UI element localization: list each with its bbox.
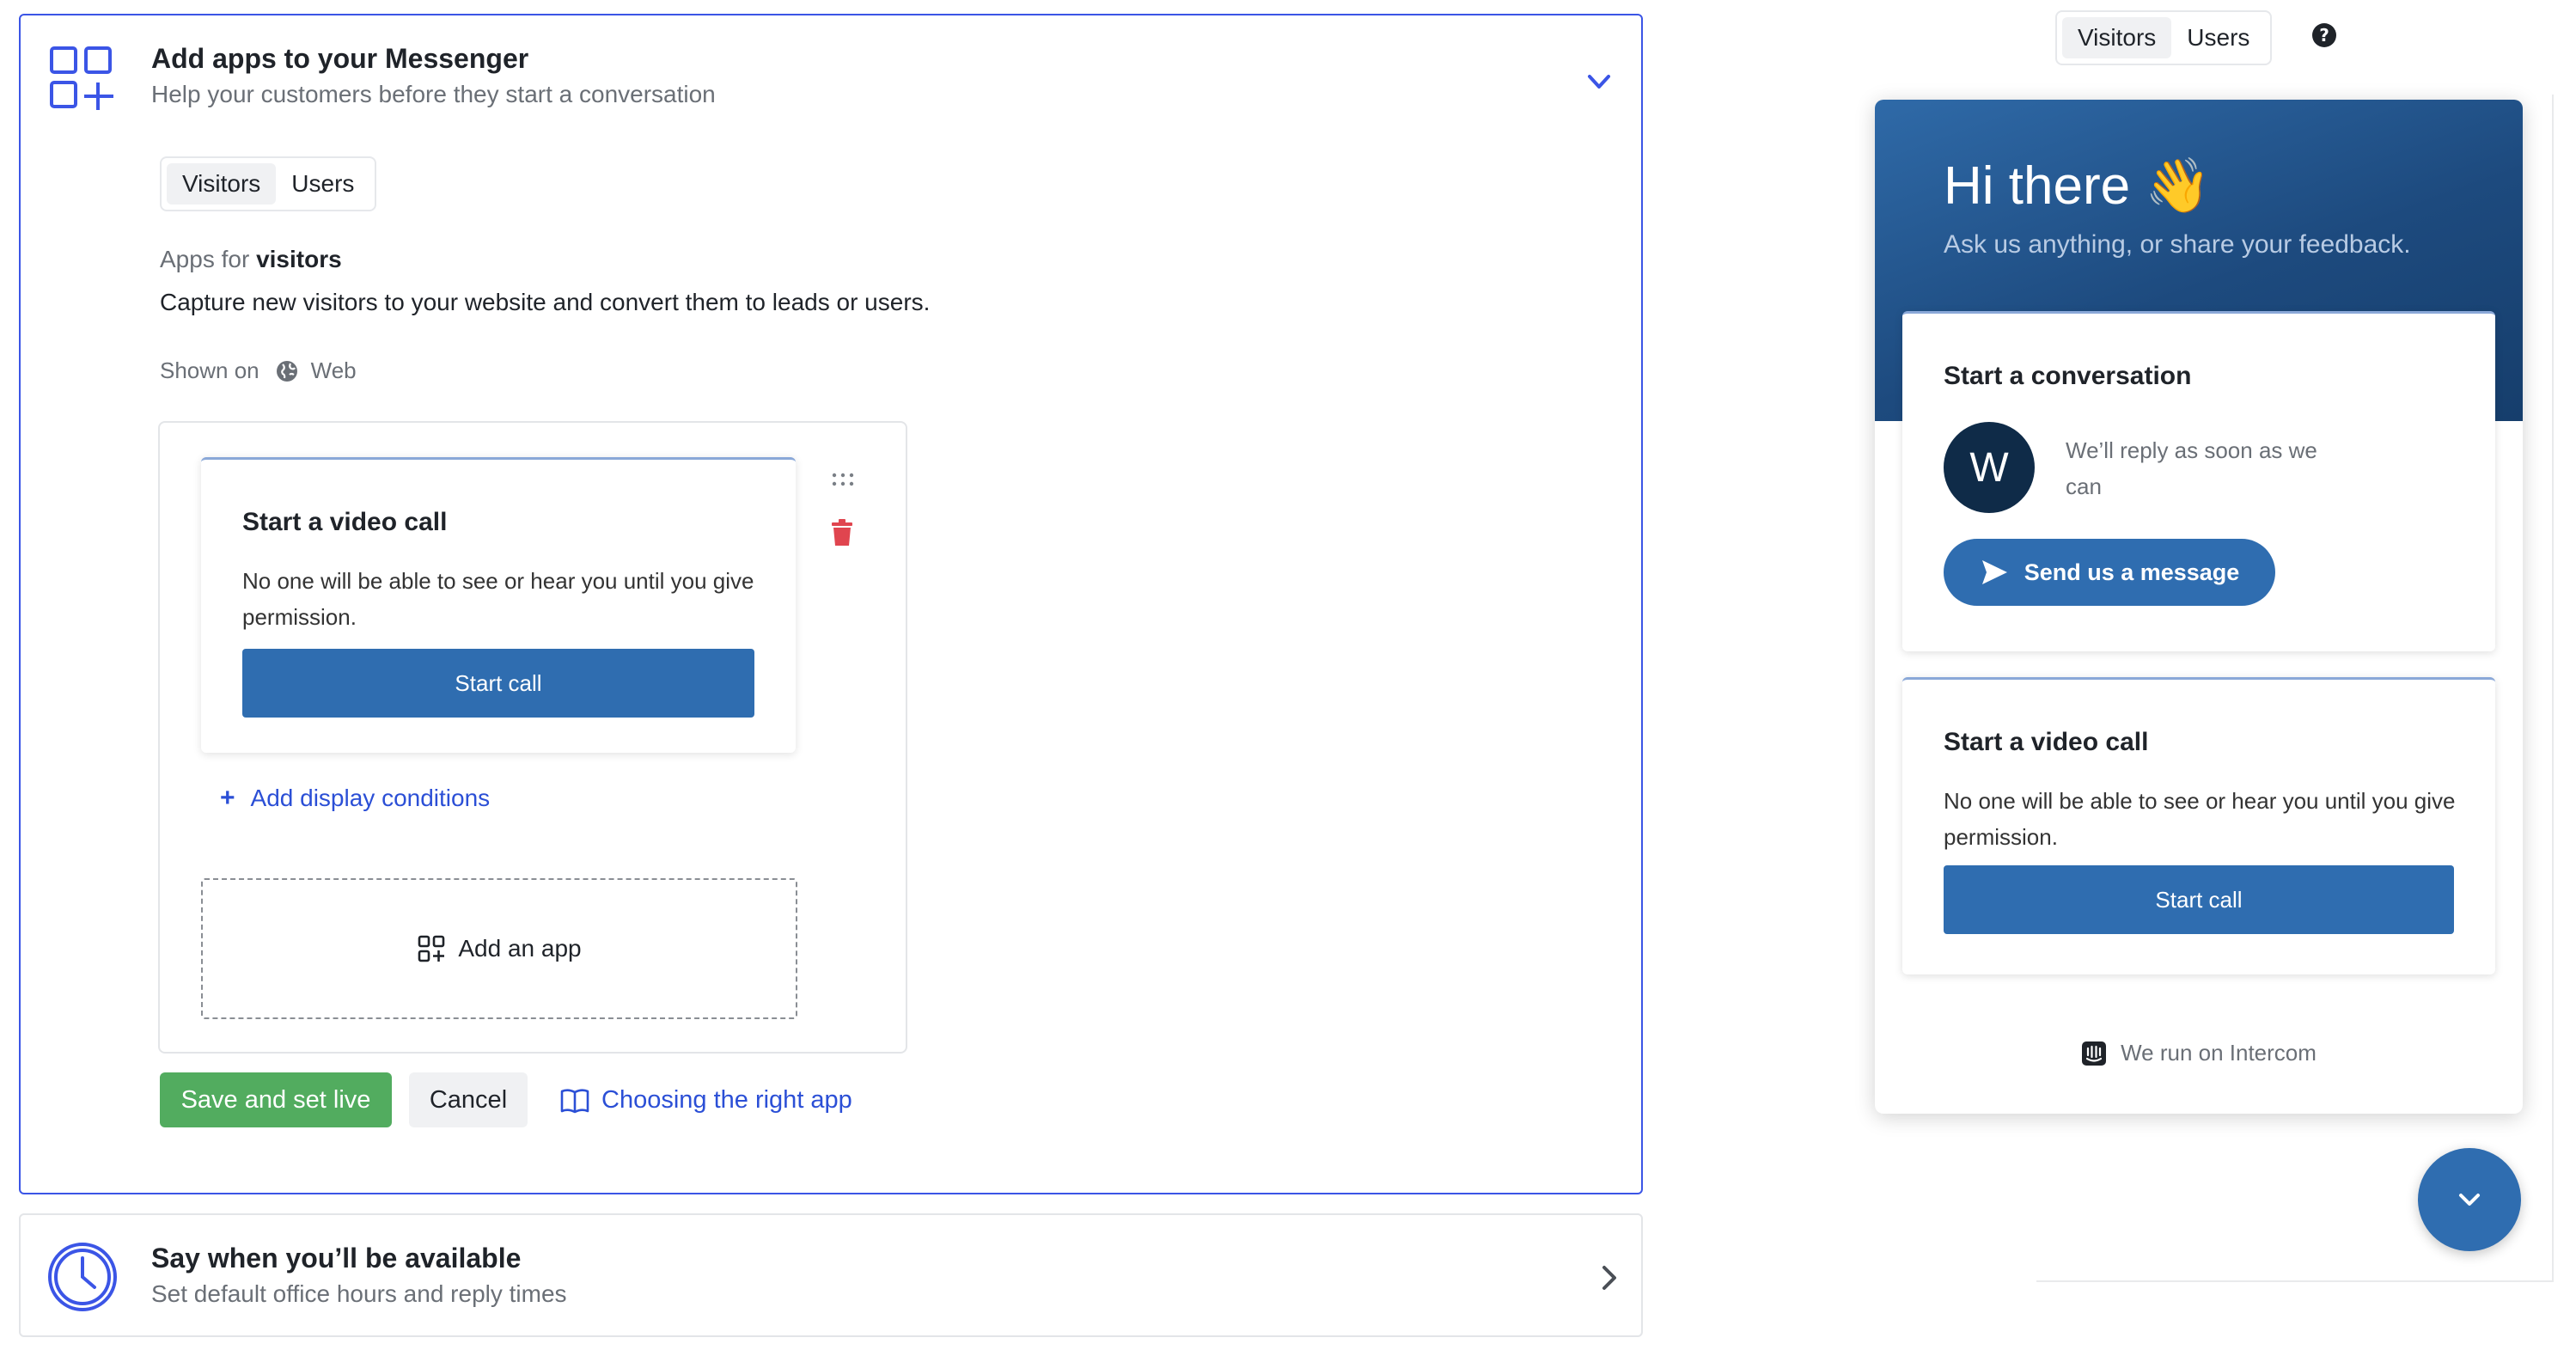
choosing-right-app-link[interactable]: Choosing the right app — [560, 1086, 852, 1115]
add-display-conditions-link[interactable]: + Add display conditions — [220, 784, 490, 813]
send-message-label: Send us a message — [2024, 559, 2240, 585]
send-icon — [1981, 560, 2007, 584]
preview-video-card-text: No one will be able to see or hear you u… — [1944, 788, 2456, 850]
send-message-button[interactable]: Send us a message — [1944, 539, 2275, 606]
preview-video-card-title: Start a video call — [1944, 728, 2149, 756]
messenger-launcher-button[interactable] — [2418, 1148, 2521, 1251]
apps-for-heading: Apps for visitors — [160, 246, 342, 273]
apps-for-target: visitors — [256, 246, 342, 272]
conversation-card: Start a conversation W We’ll reply as so… — [1902, 311, 2495, 651]
shown-on-value: Web — [310, 357, 357, 383]
conversation-card-title: Start a conversation — [1944, 362, 2192, 390]
reply-time-text: We’ll reply as soon as we can — [2066, 437, 2317, 499]
video-card-text: No one will be able to see or hear you u… — [242, 568, 754, 630]
preview-frame-edge-right — [2552, 95, 2554, 1282]
preview-tab-visitors[interactable]: Visitors — [2062, 17, 2172, 58]
messenger-greeting: Hi there 👋 — [1944, 156, 2212, 216]
cancel-button[interactable]: Cancel — [409, 1072, 528, 1127]
video-card-title: Start a video call — [242, 508, 448, 536]
tab-visitors[interactable]: Visitors — [167, 163, 277, 205]
book-icon — [560, 1088, 589, 1113]
apps-panel-header[interactable]: Add apps to your Messenger Help your cus… — [21, 15, 1641, 127]
apps-panel-subtitle: Help your customers before they start a … — [151, 81, 716, 107]
shown-on-row: Shown on Web — [160, 357, 357, 384]
add-display-conditions-label: Add display conditions — [250, 785, 491, 811]
start-call-button[interactable]: Start call — [242, 649, 754, 718]
clock-icon — [48, 1243, 117, 1311]
globe-icon — [276, 360, 297, 382]
plus-icon: + — [220, 784, 235, 812]
availability-title: Say when you’ll be available — [151, 1243, 522, 1274]
app-list-box: Start a video call No one will be able t… — [158, 421, 907, 1054]
preview-tab-users[interactable]: Users — [2171, 17, 2265, 58]
chevron-right-icon[interactable] — [1596, 1263, 1622, 1292]
apps-for-prefix: Apps for — [160, 246, 250, 272]
drag-handle-icon[interactable] — [830, 471, 856, 488]
apps-panel: Add apps to your Messenger Help your cus… — [19, 14, 1643, 1194]
preview-frame-edge — [2036, 1280, 2554, 1282]
choosing-right-app-label: Choosing the right app — [601, 1086, 852, 1114]
intercom-logo-icon — [2082, 1041, 2107, 1066]
preview-start-call-button[interactable]: Start call — [1944, 865, 2454, 934]
audience-tabs: Visitors Users — [160, 156, 377, 211]
preview-audience-tabs: Visitors Users — [2055, 10, 2273, 65]
save-and-set-live-button[interactable]: Save and set live — [160, 1072, 392, 1127]
preview-video-card: Start a video call No one will be able t… — [1902, 677, 2495, 974]
help-icon[interactable]: ? — [2311, 22, 2337, 48]
video-call-app-card[interactable]: Start a video call No one will be able t… — [201, 457, 796, 753]
apps-panel-title: Add apps to your Messenger — [151, 43, 529, 74]
add-app-icon — [418, 935, 445, 962]
avatar: W — [1944, 422, 2035, 513]
trash-icon[interactable] — [830, 519, 854, 547]
powered-by-footer[interactable]: We run on Intercom — [1875, 1040, 2523, 1066]
chevron-down-icon[interactable] — [1584, 67, 1614, 96]
tab-users[interactable]: Users — [276, 163, 369, 205]
messenger-preview: Hi there 👋 Ask us anything, or share you… — [1875, 100, 2523, 1114]
apps-grid-icon — [50, 46, 113, 110]
svg-text:?: ? — [2319, 25, 2329, 46]
availability-panel[interactable]: Say when you’ll be available Set default… — [19, 1213, 1643, 1337]
powered-by-text: We run on Intercom — [2121, 1040, 2317, 1066]
add-app-label: Add an app — [458, 935, 582, 962]
shown-on-label: Shown on — [160, 357, 259, 383]
chevron-down-icon — [2459, 1194, 2480, 1206]
messenger-intro: Ask us anything, or share your feedback. — [1944, 230, 2411, 259]
availability-subtitle: Set default office hours and reply times — [151, 1280, 567, 1307]
apps-description: Capture new visitors to your website and… — [160, 289, 931, 315]
add-app-button[interactable]: Add an app — [201, 878, 797, 1019]
